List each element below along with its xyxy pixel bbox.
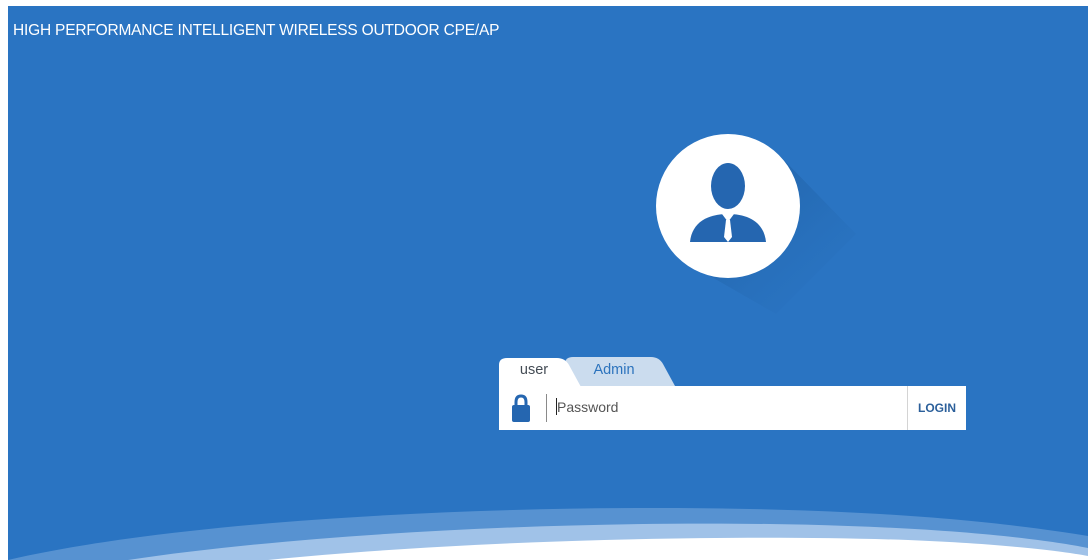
password-row: LOGIN bbox=[499, 386, 966, 430]
login-box: Admin user LOGIN bbox=[499, 356, 966, 430]
login-tabs: Admin user bbox=[499, 356, 699, 387]
tab-user-label: user bbox=[519, 362, 549, 378]
avatar bbox=[656, 134, 856, 314]
user-avatar-icon bbox=[690, 163, 766, 242]
lock-icon bbox=[512, 394, 530, 422]
page-title: HIGH PERFORMANCE INTELLIGENT WIRELESS OU… bbox=[13, 22, 500, 39]
login-page: HIGH PERFORMANCE INTELLIGENT WIRELESS OU… bbox=[8, 6, 1088, 560]
tab-admin[interactable]: Admin bbox=[565, 356, 677, 386]
field-divider bbox=[546, 394, 547, 422]
login-button[interactable]: LOGIN bbox=[907, 386, 966, 430]
text-caret bbox=[556, 398, 557, 415]
tab-admin-label: Admin bbox=[593, 362, 635, 378]
password-input[interactable] bbox=[554, 395, 897, 419]
avatar-circle bbox=[656, 134, 800, 278]
tab-user[interactable]: user bbox=[499, 356, 581, 387]
bottom-waves bbox=[8, 508, 1088, 560]
